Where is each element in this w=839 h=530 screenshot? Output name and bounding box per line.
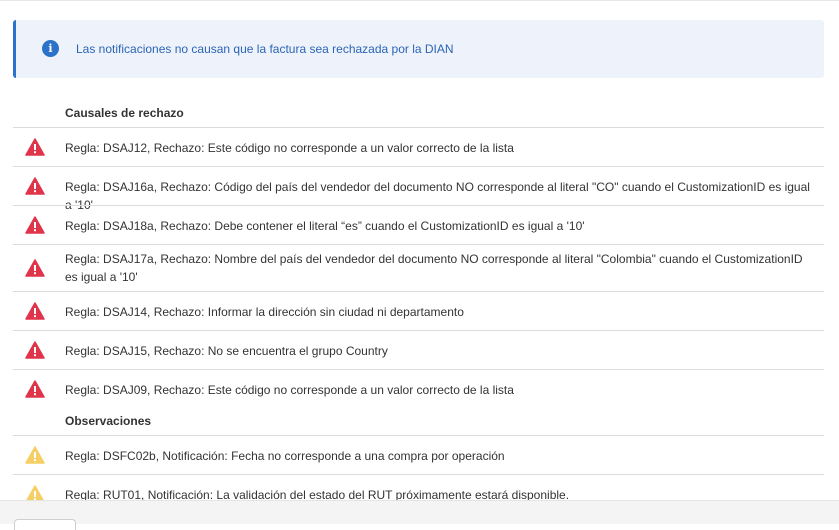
rejection-row: Regla: DSAJ17a, Rechazo: Nombre del país…: [13, 244, 824, 291]
rejection-text: Regla: DSAJ12, Rechazo: Este código no c…: [65, 141, 514, 155]
rejection-text: Regla: DSAJ17a, Rechazo: Nombre del país…: [65, 252, 803, 284]
bottom-bar: [0, 500, 839, 530]
observations-title: Observaciones: [65, 414, 152, 428]
rejection-row: Regla: DSAJ09, Rechazo: Este código no c…: [13, 369, 824, 408]
rejection-row: Regla: DSAJ18a, Rechazo: Debe contener e…: [13, 205, 824, 244]
rejections-title: Causales de rechazo: [65, 106, 184, 120]
error-triangle-icon: [25, 138, 45, 156]
error-triangle-icon: [25, 302, 45, 320]
rejection-row: Regla: DSAJ12, Rechazo: Este código no c…: [13, 127, 824, 166]
bottom-button-stub[interactable]: [14, 519, 76, 530]
error-triangle-icon: [25, 380, 45, 398]
observation-text: Regla: DSFC02b, Notificación: Fecha no c…: [65, 449, 505, 463]
rejection-text: Regla: DSAJ15, Rechazo: No se encuentra …: [65, 344, 388, 358]
rejection-text: Regla: DSAJ09, Rechazo: Este código no c…: [65, 383, 514, 397]
error-triangle-icon: [25, 177, 45, 195]
error-triangle-icon: [25, 259, 45, 277]
warning-triangle-icon: [25, 446, 45, 464]
info-alert: i Las notificaciones no causan que la fa…: [13, 20, 824, 78]
top-divider: [0, 0, 839, 1]
rejection-text: Regla: DSAJ18a, Rechazo: Debe contener e…: [65, 219, 585, 233]
rejection-row: Regla: DSAJ14, Rechazo: Informar la dire…: [13, 291, 824, 330]
info-icon: i: [42, 40, 59, 57]
alert-text: Las notificaciones no causan que la fact…: [76, 42, 454, 56]
observation-row: Regla: DSFC02b, Notificación: Fecha no c…: [13, 435, 824, 474]
error-triangle-icon: [25, 216, 45, 234]
rejection-row: Regla: DSAJ16a, Rechazo: Código del país…: [13, 166, 824, 212]
rejection-text: Regla: DSAJ14, Rechazo: Informar la dire…: [65, 305, 464, 319]
rejection-row: Regla: DSAJ15, Rechazo: No se encuentra …: [13, 330, 824, 369]
error-triangle-icon: [25, 341, 45, 359]
